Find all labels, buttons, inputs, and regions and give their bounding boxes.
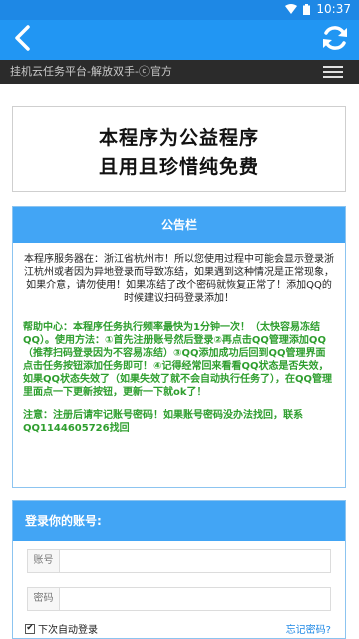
account-input[interactable] (60, 550, 330, 572)
notice-info: 本程序服务器在：浙江省杭州市！所以您使用过程中可能会显示登录浙江杭州或者因为异地… (24, 254, 334, 304)
password-input[interactable] (60, 588, 330, 610)
notice-warning: 注意：注册后请牢记账号密码！如果账号密码没办法找回，联系QQ1144605726… (23, 410, 303, 434)
account-label: 账号 (28, 550, 60, 572)
checkbox-checked-icon[interactable]: ✔ (25, 623, 35, 634)
login-title: 登录你的账号: (13, 501, 345, 541)
status-bar: 10:37 (0, 0, 359, 20)
wifi-icon (285, 4, 298, 14)
hamburger-icon (323, 66, 343, 78)
refresh-button[interactable] (319, 25, 351, 55)
password-field: 密码 (27, 587, 331, 611)
auto-login-toggle[interactable]: ✔ 下次自动登录 (25, 621, 98, 636)
back-button[interactable] (8, 24, 36, 56)
banner-line-1: 本程序为公益程序 (98, 127, 259, 149)
menu-button[interactable] (323, 64, 343, 80)
banner-line-2: 且用且珍惜纯免费 (98, 156, 259, 178)
notice-title: 公告栏 (13, 207, 345, 243)
banner: 本程序为公益程序 且用且珍惜纯免费 (12, 106, 346, 192)
battery-icon (303, 3, 311, 15)
login-panel: 登录你的账号: 账号 密码 ✔ 下次自动登录 忘记密码? (12, 500, 346, 639)
forgot-password-link[interactable]: 忘记密码? (286, 621, 331, 636)
clock: 10:37 (316, 2, 351, 16)
refresh-icon (321, 24, 349, 56)
site-title: 挂机云任务平台-解放双手-ⓒ官方 (10, 65, 172, 78)
password-label: 密码 (28, 588, 60, 610)
sub-header: 挂机云任务平台-解放双手-ⓒ官方 (0, 60, 359, 84)
auto-login-label: 下次自动登录 (38, 625, 98, 636)
app-bar (0, 20, 359, 60)
account-field: 账号 (27, 549, 331, 573)
notice-help: 帮助中心：本程序任务执行频率最快为1分钟一次！（太快容易冻结QQ）。使用方法：①… (23, 322, 333, 398)
chevron-left-icon (12, 24, 32, 56)
notice-board: 公告栏 本程序服务器在：浙江省杭州市！所以您使用过程中可能会显示登录浙江杭州或者… (12, 206, 346, 488)
